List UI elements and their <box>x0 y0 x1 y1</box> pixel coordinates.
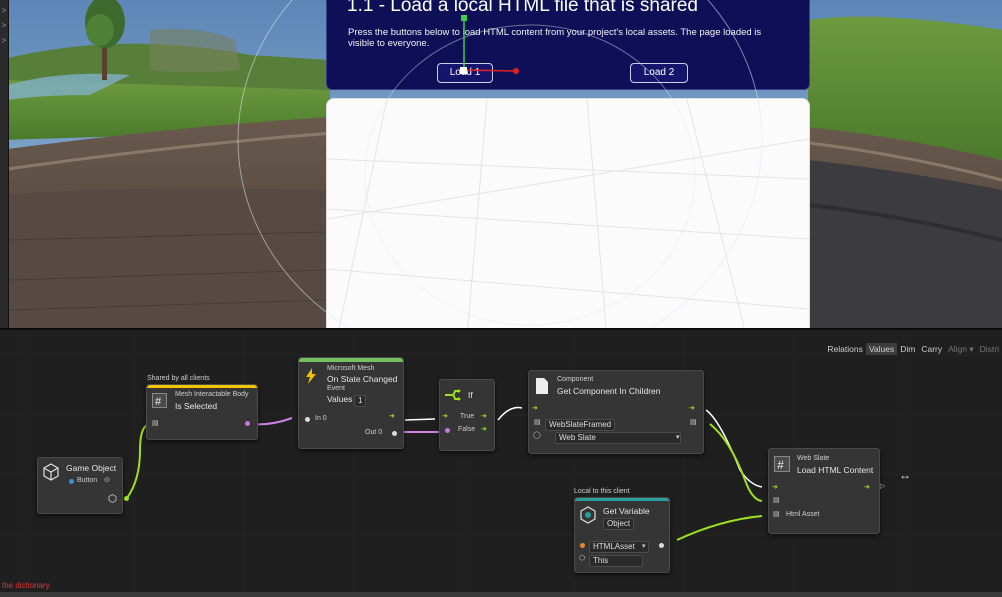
type-dropdown[interactable]: Web Slate <box>555 432 681 444</box>
toolbar-distribute[interactable]: Distri <box>977 343 1002 355</box>
output-port[interactable] <box>392 431 397 436</box>
flow-arrow-icon: ➜ <box>864 484 870 491</box>
group-label: Local to this client <box>574 488 630 495</box>
toolbar-carry[interactable]: Carry <box>918 343 945 355</box>
doc-icon: ▤ <box>152 420 159 427</box>
false-label: False <box>458 426 476 433</box>
game-object-node[interactable]: Game Object Button ⊙ <box>37 457 129 514</box>
web-content-surface[interactable] <box>326 98 810 328</box>
name-port[interactable] <box>580 543 585 548</box>
load-html-content-node[interactable]: # Web Slate Load HTML Content ➜ ➜ ▤ ▤ Ht… <box>768 448 880 534</box>
cube-icon <box>43 463 59 481</box>
in-label: In 0 <box>315 415 327 422</box>
object-type-icon <box>69 479 74 484</box>
cube-icon: ⬡ <box>579 555 586 562</box>
on-state-changed-node[interactable]: Microsoft Mesh On State Changed Event Va… <box>298 357 404 449</box>
load-2-button[interactable]: Load 2 <box>630 63 688 83</box>
grid-floor-lines <box>326 98 810 328</box>
node-title: Get Component In Children <box>557 386 661 396</box>
flow-in-arrow-icon: ➜ <box>442 413 448 420</box>
node-accent-bar <box>299 358 403 362</box>
scope-field[interactable]: This <box>589 555 643 567</box>
branch-icon <box>445 389 461 401</box>
node-category: Mesh Interactable Body <box>175 391 249 398</box>
status-message: the dictionary. <box>2 581 52 590</box>
toolbar-align[interactable]: Align ▾ <box>945 343 977 355</box>
node-field-value[interactable]: Button <box>77 477 97 484</box>
panel-description: Press the buttons below to load HTML con… <box>348 27 762 49</box>
web-slate-panel: 1.1 - Load a local HTML file that is sha… <box>326 0 810 90</box>
panel-title: 1.1 - Load a local HTML file that is sha… <box>347 0 698 16</box>
node-title: Game Object <box>66 463 117 473</box>
visual-script-graph[interactable]: Relations Values Dim Carry Align ▾ Distr… <box>0 328 1002 597</box>
node-accent-bar <box>147 385 257 388</box>
chevron-down-icon[interactable]: ▾ <box>642 542 646 550</box>
flow-in-arrow-icon: ➜ <box>772 484 778 491</box>
node-category: Microsoft Mesh <box>327 365 375 372</box>
doc-icon: ▤ <box>534 419 541 426</box>
values-label: Values <box>327 394 353 404</box>
document-icon <box>536 378 548 394</box>
values-count-field[interactable]: 1 <box>354 395 367 407</box>
script-icon: # <box>774 456 790 472</box>
resize-cursor-icon: ↔ <box>899 468 911 482</box>
is-selected-node[interactable]: # Mesh Interactable Body Is Selected ▤ <box>146 384 258 440</box>
flow-arrow-icon: ➜ <box>481 426 487 433</box>
flow-out-arrow-icon: ▷ <box>880 483 886 490</box>
flow-in-arrow-icon: ➜ <box>532 405 538 412</box>
kind-dropdown[interactable]: Object <box>603 518 635 530</box>
node-title: Is Selected <box>175 401 218 411</box>
toolbar-relations[interactable]: Relations <box>824 343 865 355</box>
left-toolbar-strip: > > > <box>0 0 9 328</box>
node-accent-bar <box>575 498 669 501</box>
true-label: True <box>460 413 475 420</box>
node-title: Load HTML Content <box>797 465 874 475</box>
svg-text:#: # <box>155 396 162 408</box>
toolbar-dim[interactable]: Dim <box>897 343 918 355</box>
output-port[interactable] <box>124 496 129 501</box>
out-label: Out 0 <box>365 429 383 436</box>
doc-output-icon: ▤ <box>690 419 697 426</box>
node-category: Web Slate <box>797 455 830 462</box>
script-icon: # <box>152 393 167 408</box>
node-subtitle: Event <box>327 385 345 392</box>
scene-viewport[interactable]: > > > 1.1 - Load a local HTML file that … <box>0 0 1002 328</box>
get-variable-node[interactable]: Get Variable Object HTMLAsset ▾ ⬡ This <box>574 497 670 573</box>
doc-icon: ▤ <box>773 511 780 518</box>
output-port[interactable] <box>659 543 664 548</box>
type-port-icon[interactable]: ◯ <box>533 431 541 439</box>
flow-arrow-icon: ➜ <box>481 413 487 420</box>
doc-icon: ▤ <box>773 497 780 504</box>
toolbar-values[interactable]: Values <box>865 343 898 355</box>
variable-name-dropdown[interactable]: HTMLAsset <box>589 541 649 553</box>
param-label: Html Asset <box>786 511 820 518</box>
target-circle-icon[interactable]: ⊙ <box>104 476 110 484</box>
collapse-arrow-icon[interactable]: > <box>0 21 8 30</box>
graph-toolbar: Relations Values Dim Carry Align ▾ Distr… <box>824 343 1002 355</box>
variable-icon <box>580 506 596 524</box>
lightning-icon <box>306 368 316 384</box>
collapse-arrow-icon[interactable]: > <box>0 36 8 45</box>
node-title: Get Variable <box>603 506 650 516</box>
condition-input-port[interactable] <box>445 428 450 433</box>
target-field[interactable]: WebSlateFramed <box>545 419 616 431</box>
event-output-port[interactable] <box>245 421 250 426</box>
node-title: If <box>468 390 473 400</box>
svg-text:#: # <box>777 459 784 472</box>
flow-arrow-icon: ➜ <box>689 405 695 412</box>
group-label: Shared by all clients <box>147 375 210 382</box>
collapse-arrow-icon[interactable]: > <box>0 6 8 15</box>
cube-icon <box>108 494 117 503</box>
load-1-button[interactable]: Load 1 <box>437 63 493 83</box>
chevron-down-icon[interactable]: ▾ <box>676 433 680 441</box>
node-category: Component <box>557 376 594 383</box>
get-component-node[interactable]: Component Get Component In Children ➜ ➜ … <box>528 370 704 454</box>
input-port[interactable] <box>305 417 310 422</box>
flow-arrow-icon: ➜ <box>389 413 395 420</box>
if-node[interactable]: If ➜ True ➜ False ➜ <box>439 379 495 451</box>
node-title: On State Changed <box>327 374 398 384</box>
